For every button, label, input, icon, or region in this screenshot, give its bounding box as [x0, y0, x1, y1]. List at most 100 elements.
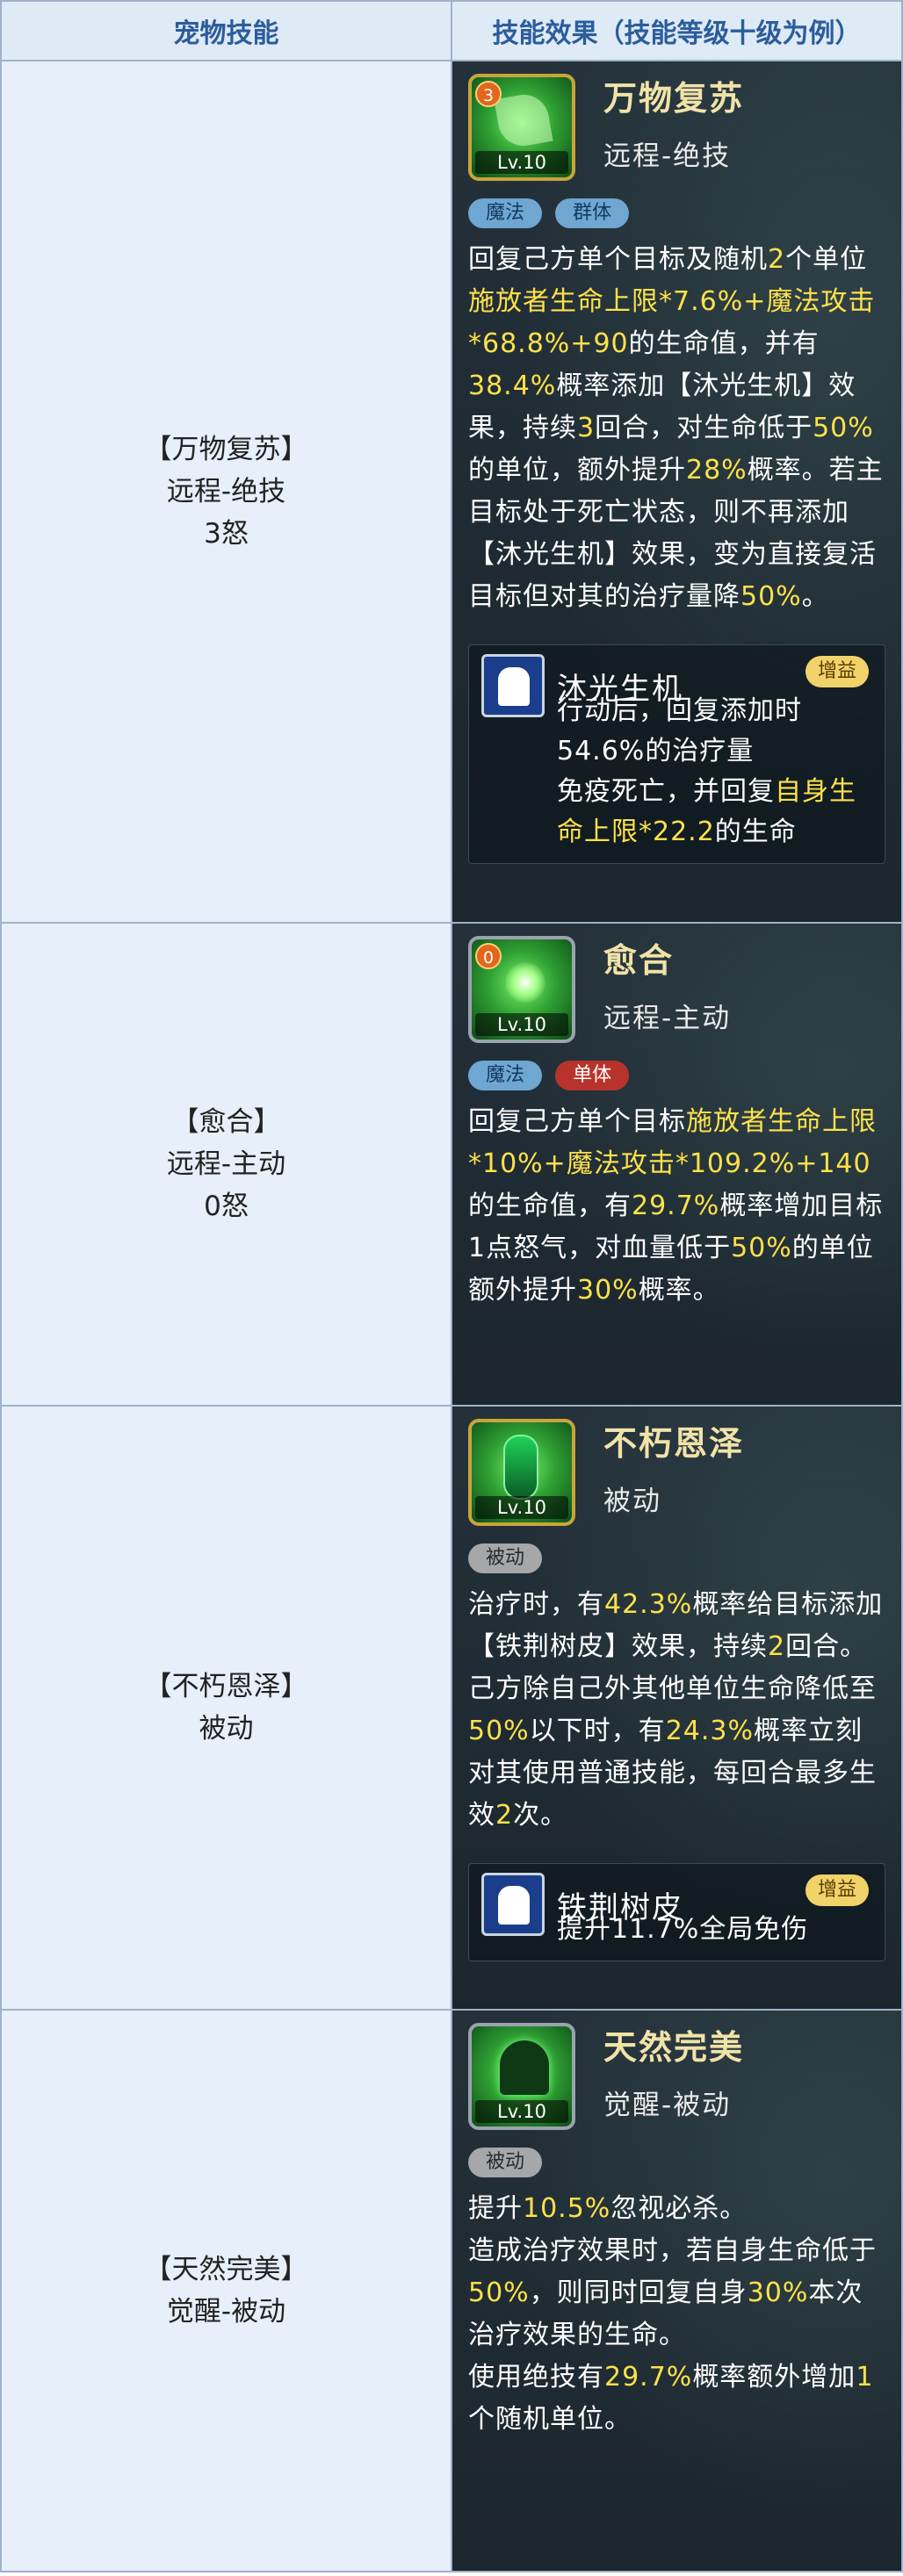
heal-orb-icon: 0 Lv.10 — [468, 936, 575, 1043]
highlight-text: 29.7% — [604, 2362, 693, 2393]
header-pet-skill: 宠物技能 — [0, 0, 452, 61]
skill-subtitle: 远程-绝技 — [603, 140, 732, 172]
desc-text: 的生命值，有 — [468, 1191, 632, 1221]
skill-description: 回复己方单个目标施放者生命上限*10%+魔法攻击*109.2%+140的生命值，… — [468, 1101, 885, 1312]
desc-text: 己方除自己外其他单位生命降低至 — [468, 1673, 877, 1704]
highlight-text: 3 — [577, 413, 596, 443]
skill-tags: 魔法 单体 — [468, 1061, 885, 1094]
skill-subtitle: 觉醒-被动 — [603, 2090, 732, 2121]
desc-paragraph: 使用绝技有29.7%概率额外增加1 个随机单位。 — [468, 2357, 885, 2441]
buff-badge: 增益 — [805, 656, 869, 687]
desc-text: 免疫死亡，并回复 — [557, 776, 775, 807]
buff-description: 提升11.7%全局免伤 — [557, 1910, 872, 1950]
desc-paragraph: 行动后，回复添加时 54.6%的治疗量 — [557, 691, 872, 772]
skill-type-line: 被动 — [199, 1713, 254, 1745]
buff-panel: 沐光生机 增益 行动后，回复添加时54.6%的治疗量 免疫死亡，并回复自身生命上限… — [468, 644, 885, 864]
pillar-icon: Lv.10 — [468, 1419, 575, 1526]
skill-description: 回复己方单个目标及随机2个单位施放者生命上限*7.6%+魔法攻击*68.8%+9… — [468, 239, 885, 618]
desc-text: 使用绝技有 — [468, 2362, 604, 2393]
desc-text: 治疗时，有 — [468, 1589, 604, 1620]
tag-group: 群体 — [555, 198, 630, 228]
desc-paragraph: 免疫死亡，并回复自身生命上限*22.2的生命 — [557, 772, 872, 853]
buff-description: 行动后，回复添加时 54.6%的治疗量免疫死亡，并回复自身生命上限*22.2的生命 — [557, 691, 872, 853]
desc-text: 11.7% — [611, 1914, 700, 1945]
skill-type-line: 远程-绝技 — [166, 476, 286, 507]
skill-name-line: 【万物复苏】 — [144, 434, 308, 465]
desc-paragraph: 治疗时，有42.3%概率给目标添加【铁荆树皮】效果，持续2回合。 — [468, 1584, 885, 1668]
highlight-text: 2 — [495, 1800, 514, 1831]
highlight-text: 30% — [747, 2277, 809, 2308]
highlight-text: 29.7% — [632, 1191, 720, 1221]
highlight-text: 10.5% — [523, 2193, 611, 2224]
highlight-text: 50% — [468, 2277, 530, 2308]
leaf-skill-icon: 3 Lv.10 — [468, 74, 575, 181]
desc-text: 概率。 — [638, 1275, 720, 1306]
tag-magic: 魔法 — [468, 198, 543, 228]
desc-text: 全局免伤 — [699, 1914, 809, 1945]
skill-type-line: 觉醒-被动 — [166, 2296, 286, 2328]
buff-panel: 铁荆树皮 增益 提升11.7%全局免伤 — [468, 1863, 885, 1961]
desc-text: 以下时，有 — [529, 1716, 666, 1746]
desc-text: 的生命值，并有 — [628, 328, 820, 359]
desc-text: 的治疗量 — [645, 736, 755, 766]
skill-title: 愈合 — [603, 941, 675, 980]
desc-text: 54.6% — [557, 736, 646, 766]
desc-text: 个单位 — [785, 244, 868, 275]
skill-tags: 被动 — [468, 2148, 885, 2181]
desc-text: 的单位，额外提升 — [468, 455, 686, 486]
desc-text: 回复己方单个目标及随机 — [468, 244, 768, 275]
highlight-text: 1 — [856, 2362, 874, 2393]
highlight-text: 24.3% — [665, 1716, 754, 1746]
highlight-text: 50% — [731, 1233, 792, 1263]
buff-person-icon — [481, 654, 545, 717]
highlight-text: 38.4% — [468, 371, 557, 401]
skill-title: 天然完美 — [603, 2028, 745, 2067]
skill-description: 治疗时，有42.3%概率给目标添加【铁荆树皮】效果，持续2回合。己方除自己外其他… — [468, 1584, 885, 1837]
desc-text: 造成治疗效果时，若自身生命低于 — [468, 2235, 877, 2266]
table-row: 【愈合】 远程-主动 0怒 0 Lv.10 愈合 远程-主动 魔法 单体 回复己… — [0, 922, 903, 1407]
skill-name-cell: 【天然完美】 觉醒-被动 — [0, 2009, 452, 2572]
tag-single: 单体 — [555, 1061, 630, 1090]
level-label: Lv.10 — [475, 1496, 568, 1519]
skill-name-cell: 【愈合】 远程-主动 0怒 — [0, 922, 452, 1407]
desc-text: 行动后，回复添加时 — [557, 695, 802, 726]
desc-text: 提升 — [557, 1914, 611, 1945]
header-skill-effect: 技能效果（技能等级十级为例） — [451, 0, 903, 61]
tag-magic: 魔法 — [468, 1061, 543, 1090]
skill-cost-line: 3怒 — [204, 518, 249, 550]
desc-text: 的生命 — [714, 817, 797, 847]
skill-name-cell: 【万物复苏】 远程-绝技 3怒 — [0, 60, 452, 924]
skill-type-line: 远程-主动 — [166, 1148, 286, 1180]
desc-paragraph: 造成治疗效果时，若自身生命低于50%，则同时回复自身30%本次治疗效果的生命。 — [468, 2230, 885, 2357]
skill-title: 万物复苏 — [603, 79, 745, 118]
table-row: 【不朽恩泽】 被动 Lv.10 不朽恩泽 被动 被动 治疗时，有42.3%概率给… — [0, 1405, 903, 2011]
skill-tags: 被动 — [468, 1543, 885, 1577]
highlight-text: 50% — [813, 413, 874, 443]
skill-cost-line: 0怒 — [204, 1191, 249, 1222]
desc-paragraph: 提升10.5%忽视必杀。 — [468, 2188, 885, 2230]
skill-effect-cell: Lv.10 天然完美 觉醒-被动 被动 提升10.5%忽视必杀。造成治疗效果时，… — [451, 2009, 903, 2572]
nature-figure-icon: Lv.10 — [468, 2023, 575, 2130]
level-label: Lv.10 — [475, 151, 568, 174]
buff-badge: 增益 — [805, 1874, 869, 1906]
desc-text: 忽视必杀。 — [610, 2193, 748, 2224]
desc-text: 提升 — [468, 2193, 523, 2224]
desc-text: 回合。 — [785, 1631, 868, 1662]
highlight-text: 2 — [768, 1631, 786, 1662]
skill-name-line: 【不朽恩泽】 — [144, 1671, 308, 1702]
highlight-text: 28% — [686, 455, 748, 486]
desc-paragraph: 己方除自己外其他单位生命降低至50%以下时，有24.3%概率立刻对其使用普通技能… — [468, 1668, 885, 1837]
desc-paragraph: 提升11.7%全局免伤 — [557, 1910, 872, 1950]
desc-text: ，则同时回复自身 — [529, 2277, 748, 2308]
buff-person-icon — [481, 1873, 545, 1936]
tag-passive: 被动 — [468, 2148, 543, 2177]
skill-effect-cell: 0 Lv.10 愈合 远程-主动 魔法 单体 回复己方单个目标施放者生命上限*1… — [451, 922, 903, 1407]
desc-text: 个随机单位。 — [468, 2404, 632, 2435]
desc-text: 次。 — [513, 1800, 568, 1831]
highlight-text: 30% — [577, 1275, 639, 1306]
desc-text: 。 — [801, 581, 829, 612]
table-row: 【万物复苏】 远程-绝技 3怒 3 Lv.10 万物复苏 远程-绝技 魔法 群体… — [0, 60, 903, 924]
desc-text: 回复己方单个目标 — [468, 1106, 686, 1137]
desc-text: 概率额外增加 — [692, 2362, 856, 2393]
skill-effect-cell: Lv.10 不朽恩泽 被动 被动 治疗时，有42.3%概率给目标添加【铁荆树皮】… — [451, 1405, 903, 2011]
